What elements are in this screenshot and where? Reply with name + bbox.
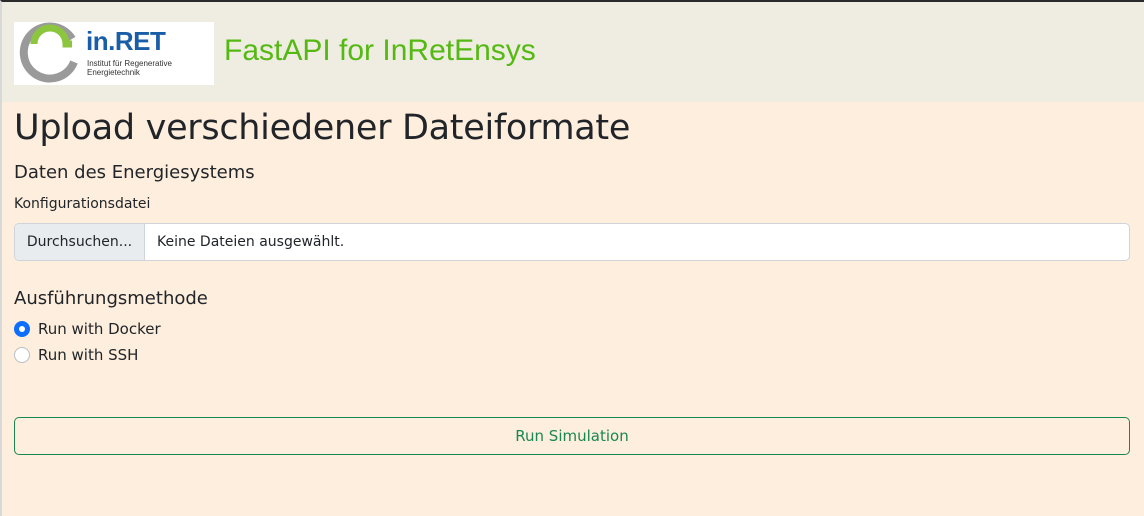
radio-ssh-button[interactable]: [14, 347, 30, 363]
file-status-text: Keine Dateien ausgewählt.: [157, 234, 345, 250]
header-bar: in.RET Institut für Regenerative Energie…: [2, 2, 1144, 102]
radio-ssh-label[interactable]: Run with SSH: [38, 346, 138, 364]
execution-method-section-title: Ausführungsmethode: [14, 288, 208, 309]
run-simulation-button[interactable]: Run Simulation: [14, 417, 1130, 455]
radio-option-docker[interactable]: Run with Docker: [14, 320, 161, 338]
browse-button[interactable]: Durchsuchen...: [15, 224, 145, 260]
inret-logo: in.RET Institut für Regenerative Energie…: [14, 22, 214, 85]
radio-docker-label[interactable]: Run with Docker: [38, 320, 161, 338]
page-frame: in.RET Institut für Regenerative Energie…: [0, 0, 1144, 516]
logo-ring-icon: [19, 22, 78, 83]
config-file-label: Konfigurationsdatei: [14, 196, 151, 212]
logo-subtitle: Institut für Regenerative Energietechnik: [87, 59, 172, 77]
app-title: FastAPI for InRetEnsys: [224, 34, 536, 67]
energy-system-section-title: Daten des Energiesystems: [14, 162, 255, 183]
logo-name: in.RET: [86, 26, 166, 56]
page-title: Upload verschiedener Dateiformate: [14, 108, 631, 148]
radio-option-ssh[interactable]: Run with SSH: [14, 346, 138, 364]
config-file-input[interactable]: Durchsuchen... Keine Dateien ausgewählt.: [14, 223, 1130, 261]
radio-docker-button[interactable]: [14, 321, 30, 337]
